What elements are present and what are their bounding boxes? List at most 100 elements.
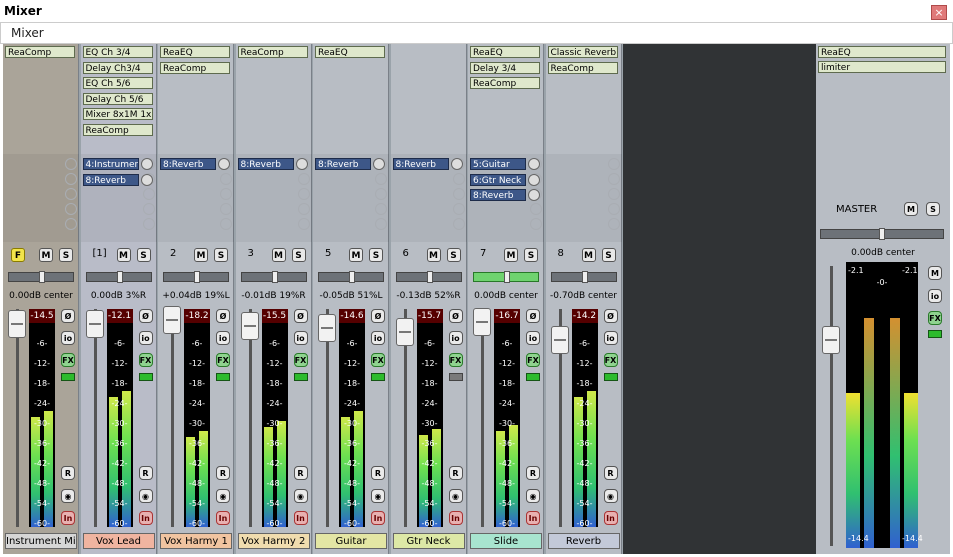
master-fx-slot[interactable]: ReaEQ [818, 46, 946, 58]
fader-handle[interactable] [8, 310, 26, 338]
send-knob-icon[interactable] [528, 173, 540, 186]
monitor-icon[interactable]: ◉ [293, 489, 308, 503]
send-knob-icon[interactable] [140, 173, 153, 186]
fader-handle[interactable] [163, 306, 181, 334]
fx-button[interactable]: FX [603, 353, 618, 367]
monitor-icon[interactable]: ◉ [526, 489, 540, 503]
fx-button[interactable]: FX [526, 353, 540, 367]
fx-slot[interactable]: ReaComp [82, 123, 153, 136]
track-name[interactable]: Slide [470, 533, 542, 549]
pan-handle[interactable] [426, 271, 433, 283]
fader-track[interactable] [481, 309, 484, 527]
record-arm-button[interactable]: R [526, 466, 540, 480]
io-button[interactable]: io [216, 331, 230, 345]
track-name[interactable]: Reverb [547, 533, 620, 549]
fx-slot[interactable]: ReaComp [160, 61, 230, 74]
fader-track[interactable] [93, 309, 97, 527]
record-arm-button[interactable]: R [61, 466, 75, 480]
fx-slot[interactable]: ReaComp [237, 46, 308, 58]
io-button[interactable]: io [603, 331, 618, 345]
io-button[interactable]: io [138, 331, 153, 345]
solo-button[interactable]: S [291, 248, 306, 262]
send-knob-icon[interactable] [450, 158, 463, 170]
mute-button[interactable]: M [426, 248, 441, 262]
mute-button[interactable]: M [194, 248, 208, 262]
send-item[interactable]: 5:Guitar [470, 158, 526, 170]
mute-button[interactable]: M [116, 248, 131, 262]
record-arm-button[interactable]: R [293, 466, 308, 480]
fx-button[interactable]: FX [216, 353, 230, 367]
pan-slider[interactable] [550, 271, 617, 283]
send-item[interactable]: 4:Instrument [82, 158, 139, 170]
solo-button[interactable]: S [369, 248, 383, 262]
fx-button[interactable]: FX [371, 353, 385, 367]
input-button[interactable]: In [216, 511, 230, 525]
send-item[interactable]: 8:Reverb [160, 158, 216, 170]
fader-handle[interactable] [550, 326, 569, 354]
input-button[interactable]: In [448, 511, 463, 525]
fader-handle[interactable] [85, 310, 104, 338]
master-fx-button[interactable]: FX [928, 311, 942, 325]
phase-button[interactable]: Ø [216, 309, 230, 323]
fader-handle[interactable] [240, 312, 259, 340]
io-button[interactable]: io [293, 331, 308, 345]
send-item[interactable]: 6:Gtr Neck [470, 173, 526, 186]
send-knob-icon[interactable] [373, 158, 385, 170]
mute-button[interactable]: M [504, 248, 518, 262]
solo-button[interactable]: S [446, 248, 461, 262]
monitor-icon[interactable]: ◉ [138, 489, 153, 503]
track-name[interactable]: Vox Harmy 2 [237, 533, 310, 549]
send-item[interactable]: 8:Reverb [315, 158, 371, 170]
phase-button[interactable]: Ø [293, 309, 308, 323]
pan-handle[interactable] [349, 271, 355, 283]
send-knob-icon[interactable] [218, 158, 230, 170]
folder-button[interactable]: F [11, 248, 25, 262]
io-button[interactable]: io [526, 331, 540, 345]
fx-slot[interactable]: EQ Ch 5/6 [82, 77, 153, 89]
io-button[interactable]: io [448, 331, 463, 345]
input-button[interactable]: In [603, 511, 618, 525]
solo-button[interactable]: S [136, 248, 151, 262]
monitor-icon[interactable]: ◉ [61, 489, 75, 503]
tab-mixer[interactable]: Mixer [11, 26, 44, 40]
pan-handle[interactable] [116, 271, 123, 283]
fx-slot[interactable]: ReaEQ [160, 46, 230, 58]
master-pan-slider[interactable] [820, 228, 944, 240]
send-knob-icon[interactable] [528, 158, 540, 170]
master-mute-button[interactable]: M [904, 202, 918, 216]
master-io-button[interactable]: io [928, 289, 942, 303]
fader-track[interactable] [248, 309, 252, 527]
send-knob-icon[interactable] [140, 158, 153, 170]
send-item[interactable]: 8:Reverb [392, 158, 449, 170]
fx-slot[interactable]: ReaComp [547, 61, 618, 74]
monitor-icon[interactable]: ◉ [448, 489, 463, 503]
fx-slot[interactable]: Mixer 8x1M 1xS [82, 108, 153, 120]
input-button[interactable]: In [61, 511, 75, 525]
pan-slider[interactable] [395, 271, 462, 283]
fx-button[interactable]: FX [293, 353, 308, 367]
fader-handle[interactable] [473, 308, 491, 336]
fx-slot[interactable]: ReaEQ [470, 46, 540, 58]
send-item[interactable]: 8:Reverb [82, 173, 139, 186]
fx-button[interactable]: FX [448, 353, 463, 367]
send-item[interactable]: 8:Reverb [470, 189, 526, 201]
pan-handle[interactable] [194, 271, 200, 283]
record-arm-button[interactable]: R [216, 466, 230, 480]
input-button[interactable]: In [371, 511, 385, 525]
fx-slot[interactable]: EQ Ch 3/4 [82, 46, 153, 58]
fx-slot[interactable]: Classic Reverb [547, 46, 618, 58]
record-arm-button[interactable]: R [603, 466, 618, 480]
track-name[interactable]: Vox Harmy 1 [160, 533, 232, 549]
pan-handle[interactable] [271, 271, 278, 283]
pan-handle[interactable] [39, 271, 45, 283]
master-solo-button[interactable]: S [926, 202, 940, 216]
monitor-icon[interactable]: ◉ [371, 489, 385, 503]
fx-slot[interactable]: ReaComp [5, 46, 75, 58]
phase-button[interactable]: Ø [61, 309, 75, 323]
pan-handle[interactable] [504, 271, 510, 283]
fx-slot[interactable]: Delay 3/4 [470, 61, 540, 74]
solo-button[interactable]: S [601, 248, 616, 262]
track-name[interactable]: Vox Lead [82, 533, 155, 549]
solo-button[interactable]: S [59, 248, 73, 262]
send-item[interactable]: 8:Reverb [237, 158, 294, 170]
